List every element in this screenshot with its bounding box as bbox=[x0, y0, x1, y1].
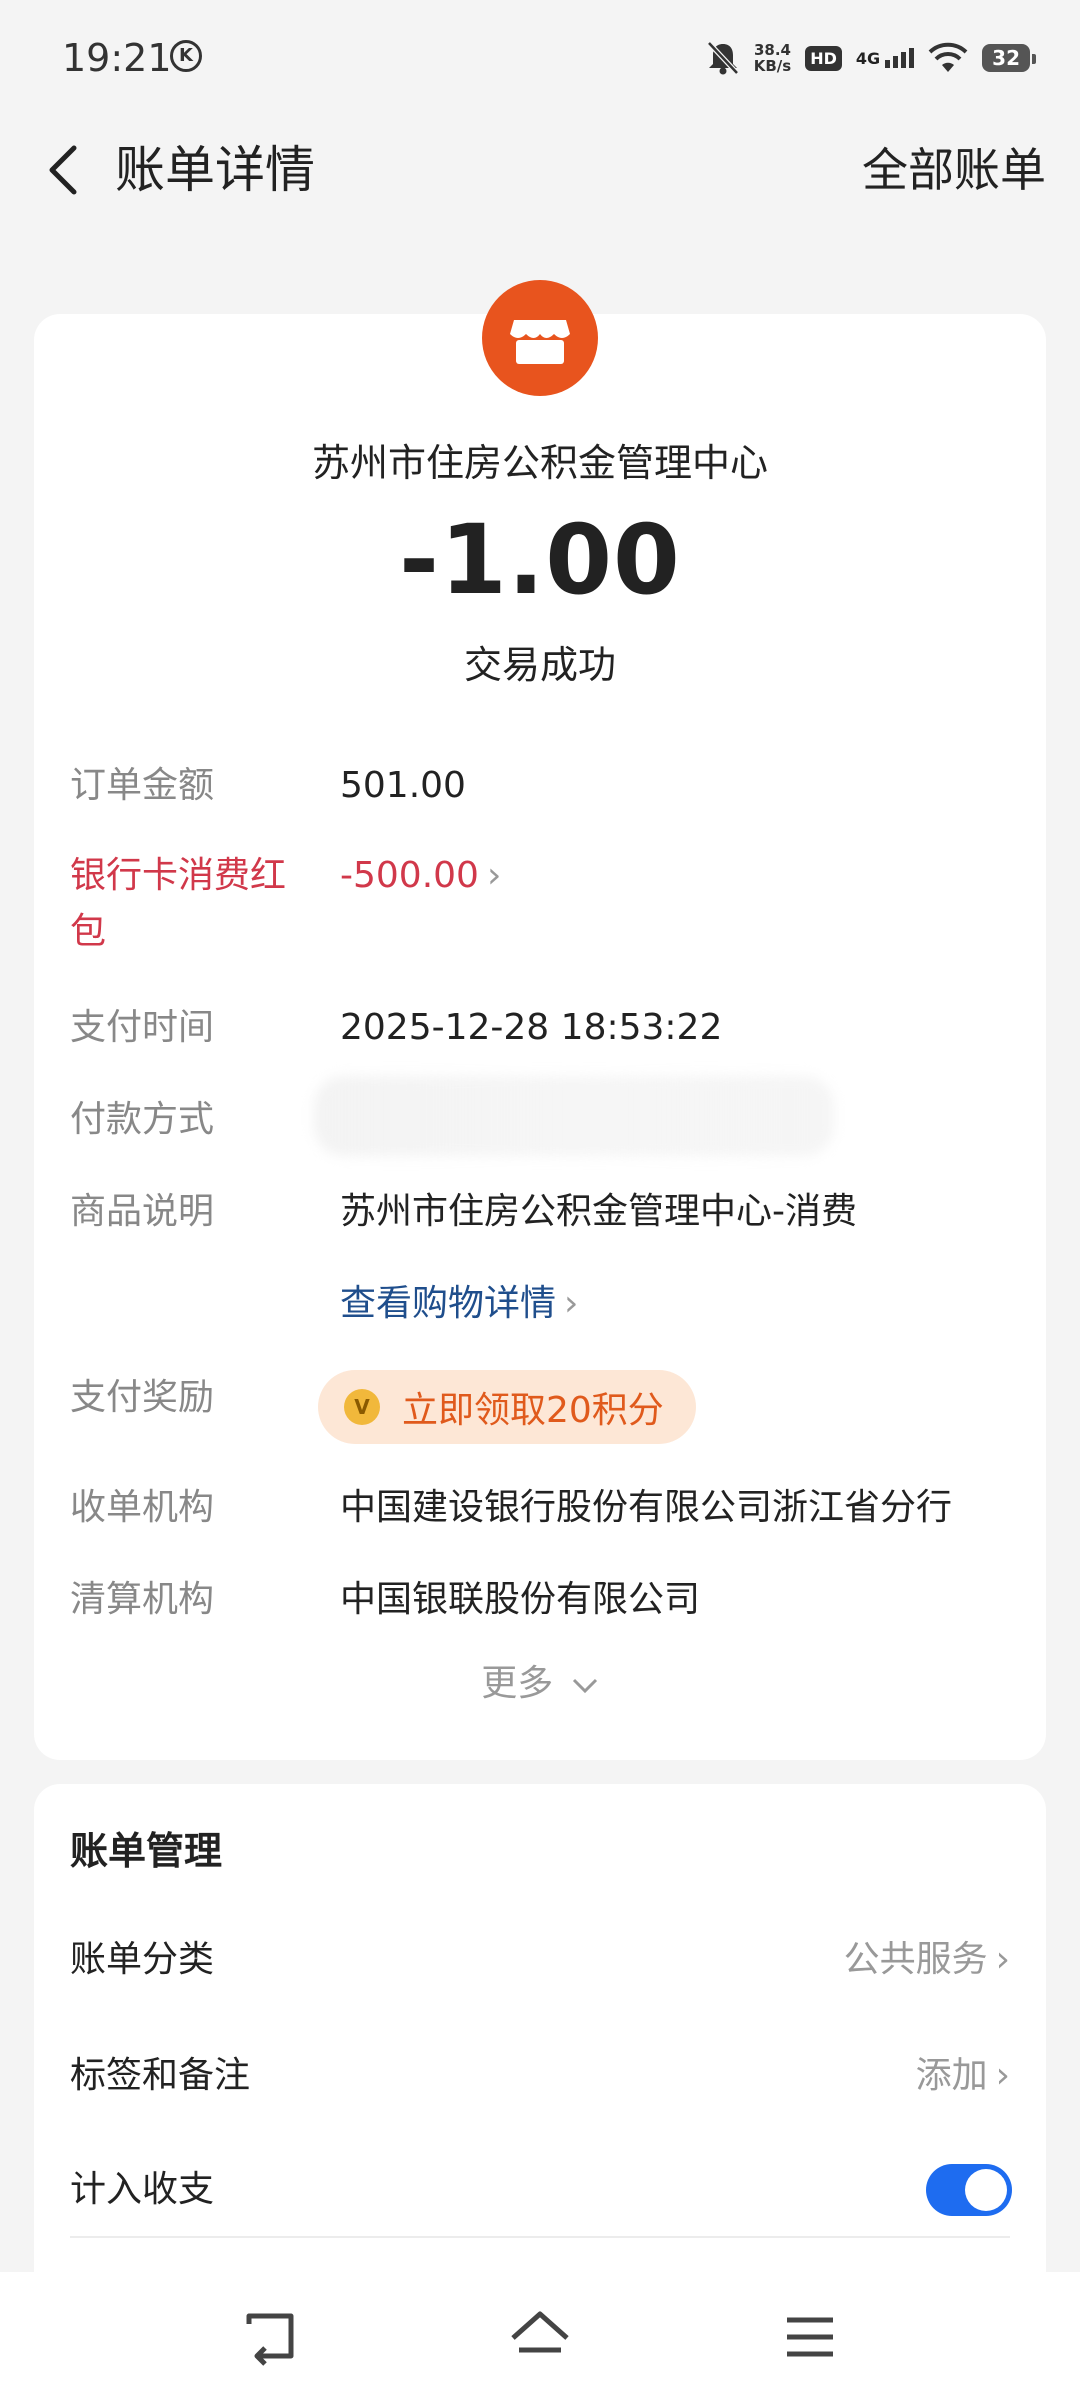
battery-icon: 32 bbox=[982, 44, 1036, 72]
status-bar: 19:21 K 38.4 KB/s HD 4G 32 bbox=[0, 0, 1080, 120]
merchant-name: 苏州市住房公积金管理中心 bbox=[311, 441, 768, 485]
chevron-right-icon: › bbox=[564, 1283, 579, 1324]
back-arrow-icon[interactable] bbox=[38, 138, 98, 202]
clearing-value: 中国银联股份有限公司 bbox=[340, 1579, 701, 1620]
page-title: 账单详情 bbox=[115, 141, 315, 199]
mute-bell-icon bbox=[706, 41, 739, 75]
all-bills-link[interactable]: 全部账单 bbox=[862, 138, 1046, 202]
k-badge-icon: K bbox=[170, 40, 202, 72]
bill-management-title: 账单管理 bbox=[70, 1829, 223, 1873]
red-packet-value: -500.00 bbox=[340, 855, 479, 896]
menu-nav-icon[interactable] bbox=[775, 2302, 845, 2372]
net-speed: 38.4 KB/s bbox=[754, 42, 791, 74]
claim-points-button[interactable]: V 立即领取20积分 bbox=[318, 1370, 696, 1444]
add-tags-label: 添加 bbox=[915, 2055, 988, 2096]
goods-desc-label: 商品说明 bbox=[70, 1191, 215, 1232]
red-packet-label-line2: 包 bbox=[70, 911, 107, 952]
pay-method-label: 付款方式 bbox=[70, 1099, 215, 1140]
chevron-right-icon: › bbox=[995, 2055, 1010, 2096]
pay-method-value-blurred bbox=[314, 1076, 834, 1156]
bill-category-value: 公共服务 bbox=[843, 1939, 988, 1980]
chevron-right-icon: › bbox=[486, 855, 502, 896]
coin-icon: V bbox=[344, 1389, 380, 1425]
clearing-label: 清算机构 bbox=[70, 1579, 215, 1620]
view-shopping-details-label: 查看购物详情 bbox=[340, 1283, 557, 1324]
chevron-right-icon: › bbox=[995, 1939, 1010, 1980]
order-amount-value: 501.00 bbox=[340, 765, 466, 806]
hd-icon: HD bbox=[805, 45, 842, 71]
acquirer-label: 收单机构 bbox=[70, 1487, 215, 1528]
home-nav-icon[interactable] bbox=[505, 2302, 575, 2372]
bill-detail-card: 苏州市住房公积金管理中心 -1.00 交易成功 订单金额 501.00 银行卡消… bbox=[34, 280, 1046, 1760]
pay-time-value: 2025-12-28 18:53:22 bbox=[340, 1007, 723, 1048]
status-indicators: 38.4 KB/s HD 4G 32 bbox=[706, 36, 1036, 80]
bill-category-label: 账单分类 bbox=[70, 1939, 215, 1980]
net-speed-value: 38.4 bbox=[753, 41, 791, 59]
add-tags-button[interactable]: 添加 › bbox=[916, 2048, 1010, 2104]
claim-points-label: 立即领取20积分 bbox=[402, 1390, 664, 1431]
tags-notes-label: 标签和备注 bbox=[70, 2055, 251, 2096]
network-type: 4G bbox=[855, 49, 881, 68]
transaction-amount: -1.00 bbox=[399, 504, 681, 616]
red-packet-label-line1: 银行卡消费红 bbox=[70, 855, 287, 896]
bill-category-selector[interactable]: 公共服务 › bbox=[844, 1932, 1010, 1988]
count-in-toggle[interactable] bbox=[926, 2164, 1012, 2216]
wifi-icon bbox=[928, 42, 968, 72]
more-label: 更多 bbox=[481, 1663, 554, 1704]
pay-time-label: 支付时间 bbox=[70, 1007, 215, 1048]
store-icon bbox=[482, 280, 598, 396]
header: 账单详情 全部账单 bbox=[0, 120, 1080, 220]
reward-label: 支付奖励 bbox=[70, 1377, 215, 1418]
divider bbox=[70, 2236, 1010, 2238]
signal-icon: 4G bbox=[855, 48, 915, 68]
acquirer-value: 中国建设银行股份有限公司浙江省分行 bbox=[340, 1487, 953, 1528]
back-nav-icon[interactable] bbox=[235, 2302, 305, 2372]
status-time: 19:21 bbox=[62, 36, 172, 80]
order-amount-label: 订单金额 bbox=[70, 765, 215, 806]
net-speed-unit: KB/s bbox=[753, 57, 792, 75]
transaction-status: 交易成功 bbox=[463, 643, 616, 687]
toggle-knob bbox=[965, 2169, 1007, 2211]
more-button[interactable]: 更多 bbox=[34, 1654, 1046, 1706]
count-in-label: 计入收支 bbox=[70, 2169, 215, 2210]
view-shopping-details-link[interactable]: 查看购物详情 › bbox=[340, 1276, 578, 1332]
red-packet-value-link[interactable]: -500.00 › bbox=[340, 848, 501, 904]
goods-desc-value: 苏州市住房公积金管理中心-消费 bbox=[340, 1191, 857, 1232]
chevron-down-icon bbox=[572, 1678, 597, 1694]
system-nav-bar bbox=[0, 2272, 1080, 2400]
red-packet-label: 银行卡消费红 包 bbox=[70, 848, 286, 960]
